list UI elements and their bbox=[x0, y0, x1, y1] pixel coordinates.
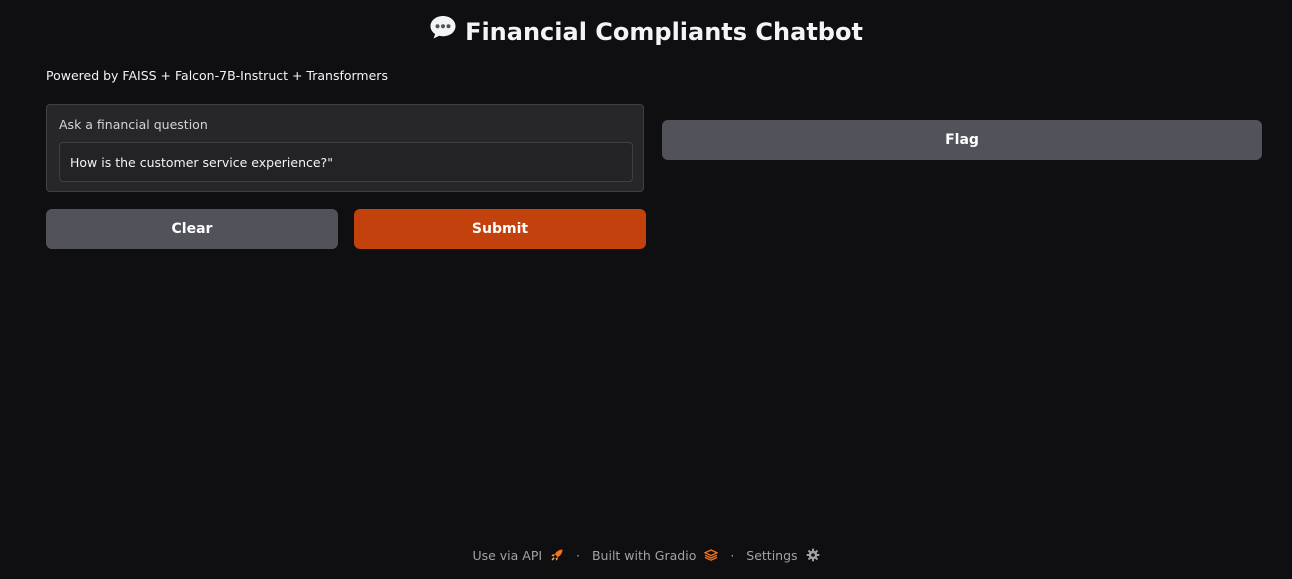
clear-button[interactable]: Clear bbox=[46, 209, 338, 249]
speech-bubble-icon bbox=[429, 14, 457, 48]
built-with-gradio-label: Built with Gradio bbox=[591, 547, 697, 563]
gradio-logo-icon bbox=[703, 549, 719, 561]
rocket-icon bbox=[551, 549, 563, 561]
submit-button[interactable]: Submit bbox=[354, 209, 646, 249]
gear-icon bbox=[806, 548, 819, 562]
use-via-api-label: Use via API bbox=[472, 547, 543, 563]
flag-button[interactable]: Flag bbox=[662, 120, 1262, 160]
settings-link[interactable]: Settings bbox=[746, 547, 819, 565]
footer: Use via API · Built with Gradio · Settin… bbox=[0, 546, 1292, 565]
footer-separator: · bbox=[576, 547, 580, 563]
settings-label: Settings bbox=[746, 547, 798, 563]
use-via-api-link[interactable]: Use via API bbox=[472, 547, 564, 565]
subtitle: Powered by FAISS + Falcon-7B-Instruct + … bbox=[46, 68, 388, 83]
question-input[interactable] bbox=[59, 142, 633, 182]
question-block: Ask a financial question bbox=[46, 104, 644, 192]
app-root: Financial Compliants Chatbot Powered by … bbox=[0, 0, 1292, 579]
question-label: Ask a financial question bbox=[59, 117, 208, 132]
footer-separator: · bbox=[730, 547, 735, 563]
title-text: Financial Compliants Chatbot bbox=[465, 18, 863, 46]
built-with-gradio-link[interactable]: Built with Gradio bbox=[591, 547, 719, 565]
page-title: Financial Compliants Chatbot bbox=[0, 16, 1292, 48]
